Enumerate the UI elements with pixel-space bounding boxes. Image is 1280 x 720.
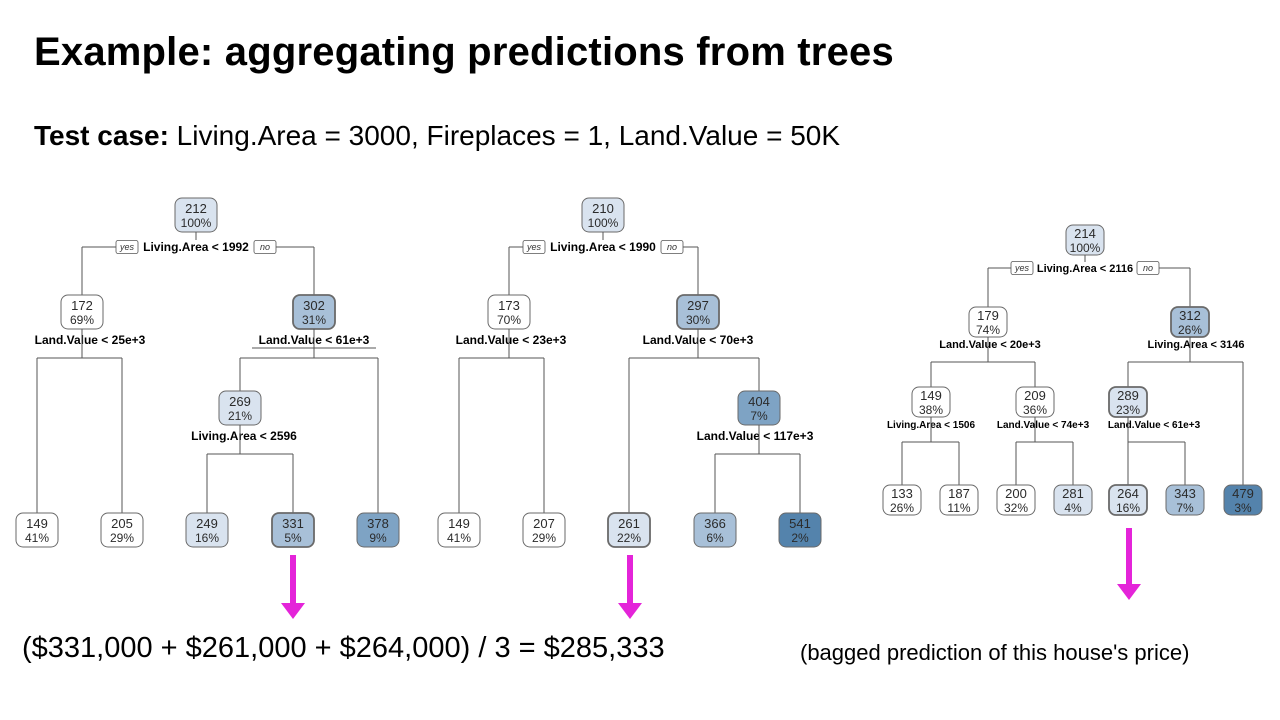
svg-text:31%: 31% <box>302 313 326 327</box>
svg-text:207: 207 <box>533 516 555 531</box>
svg-text:404: 404 <box>748 394 770 409</box>
svg-text:7%: 7% <box>1176 501 1194 515</box>
caption: (bagged prediction of this house's price… <box>800 640 1189 666</box>
svg-text:212: 212 <box>185 201 207 216</box>
svg-text:Land.Value < 20e+3: Land.Value < 20e+3 <box>939 339 1041 351</box>
svg-text:Living.Area < 2116: Living.Area < 2116 <box>1037 263 1133 275</box>
svg-text:23%: 23% <box>1116 403 1140 417</box>
svg-text:Land.Value < 23e+3: Land.Value < 23e+3 <box>456 333 567 347</box>
svg-text:179: 179 <box>977 308 999 323</box>
svg-text:29%: 29% <box>110 531 134 545</box>
svg-text:29%: 29% <box>532 531 556 545</box>
svg-text:249: 249 <box>196 516 218 531</box>
svg-text:6%: 6% <box>706 531 724 545</box>
svg-text:4%: 4% <box>1064 501 1082 515</box>
svg-text:149: 149 <box>448 516 470 531</box>
svg-text:210: 210 <box>592 201 614 216</box>
svg-text:172: 172 <box>71 298 93 313</box>
svg-text:100%: 100% <box>1070 241 1101 255</box>
svg-text:366: 366 <box>704 516 726 531</box>
svg-text:541: 541 <box>789 516 811 531</box>
svg-text:187: 187 <box>948 486 970 501</box>
svg-text:205: 205 <box>111 516 133 531</box>
svg-text:173: 173 <box>498 298 520 313</box>
svg-text:269: 269 <box>229 394 251 409</box>
svg-text:Land.Value < 74e+3: Land.Value < 74e+3 <box>997 420 1090 431</box>
svg-text:Living.Area < 1990: Living.Area < 1990 <box>550 240 656 254</box>
svg-text:16%: 16% <box>1116 501 1140 515</box>
svg-text:264: 264 <box>1117 486 1139 501</box>
svg-text:133: 133 <box>891 486 913 501</box>
svg-text:38%: 38% <box>919 403 943 417</box>
svg-text:Land.Value < 117e+3: Land.Value < 117e+3 <box>697 429 814 443</box>
svg-text:41%: 41% <box>25 531 49 545</box>
svg-text:Living.Area < 1992: Living.Area < 1992 <box>143 240 249 254</box>
svg-text:11%: 11% <box>947 501 970 515</box>
svg-text:21%: 21% <box>228 409 252 423</box>
svg-text:16%: 16% <box>195 531 219 545</box>
svg-text:Land.Value < 61e+3: Land.Value < 61e+3 <box>1108 420 1201 431</box>
svg-text:289: 289 <box>1117 388 1139 403</box>
aggregation-formula: ($331,000 + $261,000 + $264,000) / 3 = $… <box>22 632 665 665</box>
svg-text:yes: yes <box>119 242 135 252</box>
svg-text:Living.Area < 3146: Living.Area < 3146 <box>1148 339 1245 351</box>
svg-text:Living.Area < 2596: Living.Area < 2596 <box>191 429 297 443</box>
svg-text:302: 302 <box>303 298 325 313</box>
svg-text:70%: 70% <box>497 313 521 327</box>
svg-text:no: no <box>667 242 677 252</box>
svg-text:479: 479 <box>1232 486 1254 501</box>
trees-diagram: 212100%Living.Area < 1992yesno17269%3023… <box>0 0 1280 620</box>
svg-text:22%: 22% <box>617 531 641 545</box>
svg-text:2%: 2% <box>791 531 809 545</box>
svg-text:32%: 32% <box>1004 501 1028 515</box>
svg-text:343: 343 <box>1174 486 1196 501</box>
svg-text:yes: yes <box>1014 263 1030 273</box>
svg-text:200: 200 <box>1005 486 1027 501</box>
svg-text:297: 297 <box>687 298 709 313</box>
svg-text:149: 149 <box>920 388 942 403</box>
svg-text:312: 312 <box>1179 308 1201 323</box>
selected-leaf-arrow-icon <box>290 555 305 619</box>
svg-text:100%: 100% <box>588 216 619 230</box>
svg-text:331: 331 <box>282 516 304 531</box>
svg-text:no: no <box>1143 263 1153 273</box>
svg-text:Land.Value < 25e+3: Land.Value < 25e+3 <box>35 333 146 347</box>
selected-leaf-arrow-icon <box>1126 528 1141 600</box>
svg-text:30%: 30% <box>686 313 710 327</box>
slide: Example: aggregating predictions from tr… <box>0 0 1280 720</box>
svg-text:214: 214 <box>1074 226 1096 241</box>
svg-text:no: no <box>260 242 270 252</box>
svg-text:209: 209 <box>1024 388 1046 403</box>
svg-text:149: 149 <box>26 516 48 531</box>
svg-text:41%: 41% <box>447 531 471 545</box>
svg-text:36%: 36% <box>1023 403 1047 417</box>
svg-text:100%: 100% <box>181 216 212 230</box>
svg-text:3%: 3% <box>1234 501 1252 515</box>
svg-text:69%: 69% <box>70 313 94 327</box>
svg-text:7%: 7% <box>750 409 768 423</box>
svg-text:5%: 5% <box>284 531 302 545</box>
svg-text:9%: 9% <box>369 531 387 545</box>
svg-text:261: 261 <box>618 516 640 531</box>
svg-text:378: 378 <box>367 516 389 531</box>
svg-text:26%: 26% <box>1178 323 1202 337</box>
selected-leaf-arrow-icon <box>627 555 642 619</box>
svg-text:26%: 26% <box>890 501 914 515</box>
svg-text:281: 281 <box>1062 486 1084 501</box>
svg-text:74%: 74% <box>976 323 1000 337</box>
svg-text:yes: yes <box>526 242 542 252</box>
